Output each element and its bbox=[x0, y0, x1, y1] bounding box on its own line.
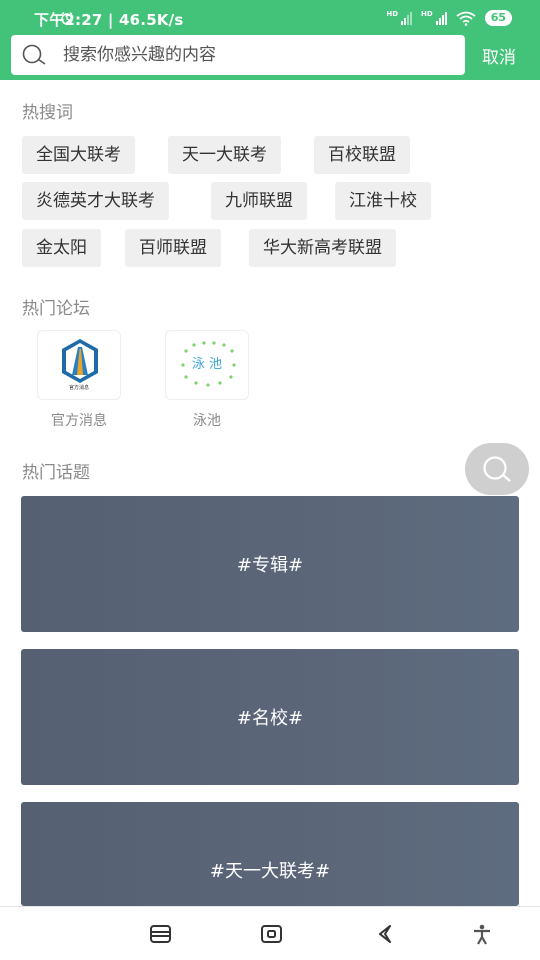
search-input[interactable] bbox=[63, 35, 453, 75]
forum-logo-official: 官方消息 bbox=[37, 330, 121, 400]
tag-3[interactable]: 炎德英才大联考 bbox=[22, 182, 169, 220]
accessibility-icon[interactable] bbox=[470, 923, 494, 945]
tag-2[interactable]: 百校联盟 bbox=[314, 136, 410, 174]
status-time: 下午2:27 | 46.5K/s bbox=[34, 11, 184, 29]
battery-indicator: 65 bbox=[484, 10, 512, 26]
hot-topics-title: 热门话题 bbox=[22, 463, 90, 483]
alarm-icon bbox=[61, 11, 74, 25]
tag-7[interactable]: 百师联盟 bbox=[125, 229, 221, 267]
hot-forums-title: 热门论坛 bbox=[22, 299, 90, 319]
search-icon bbox=[22, 44, 46, 65]
home-icon[interactable] bbox=[260, 923, 284, 945]
tag-8[interactable]: 华大新高考联盟 bbox=[249, 229, 396, 267]
topic-card-album[interactable]: #专辑# bbox=[21, 496, 519, 632]
floating-search-button[interactable] bbox=[465, 443, 529, 495]
status-bar: 下午2:27 | 46.5K/s HD HD 65 bbox=[0, 0, 540, 36]
topic-title: #专辑# bbox=[236, 555, 304, 576]
forum-name-official: 官方消息 bbox=[51, 413, 107, 429]
tag-6[interactable]: 金太阳 bbox=[22, 229, 101, 267]
forum-name-pool: 泳池 bbox=[193, 413, 221, 429]
cancel-button[interactable]: 取消 bbox=[482, 43, 516, 68]
forum-logo-pool: 泳 池 bbox=[165, 330, 249, 400]
tag-1[interactable]: 天一大联考 bbox=[168, 136, 281, 174]
signal-1-icon: HD bbox=[386, 11, 413, 25]
topic-title: #名校# bbox=[236, 708, 304, 729]
pool-logo-text: 泳 池 bbox=[191, 357, 223, 372]
back-icon[interactable] bbox=[374, 923, 398, 945]
tag-5[interactable]: 江淮十校 bbox=[335, 182, 431, 220]
forum-item-pool[interactable]: 泳 池 泳池 bbox=[164, 330, 250, 430]
tag-0[interactable]: 全国大联考 bbox=[22, 136, 135, 174]
topic-card-tianyi[interactable]: #天一大联考# bbox=[21, 802, 519, 906]
status-icons: HD HD 65 bbox=[61, 9, 512, 27]
signal-2-icon: HD bbox=[421, 11, 447, 25]
search-icon bbox=[483, 456, 511, 482]
forum-item-official[interactable]: 官方消息 官方消息 bbox=[36, 330, 122, 430]
official-logo-caption: 官方消息 bbox=[68, 385, 89, 391]
hot-search-title: 热搜词 bbox=[22, 103, 73, 123]
search-box[interactable] bbox=[11, 35, 465, 75]
tag-4[interactable]: 九师联盟 bbox=[211, 182, 307, 220]
menu-icon[interactable] bbox=[149, 923, 173, 945]
topic-title: #天一大联考# bbox=[209, 861, 331, 882]
topic-card-famous-schools[interactable]: #名校# bbox=[21, 649, 519, 785]
system-nav-bar bbox=[0, 906, 540, 960]
wifi-icon bbox=[456, 11, 476, 26]
